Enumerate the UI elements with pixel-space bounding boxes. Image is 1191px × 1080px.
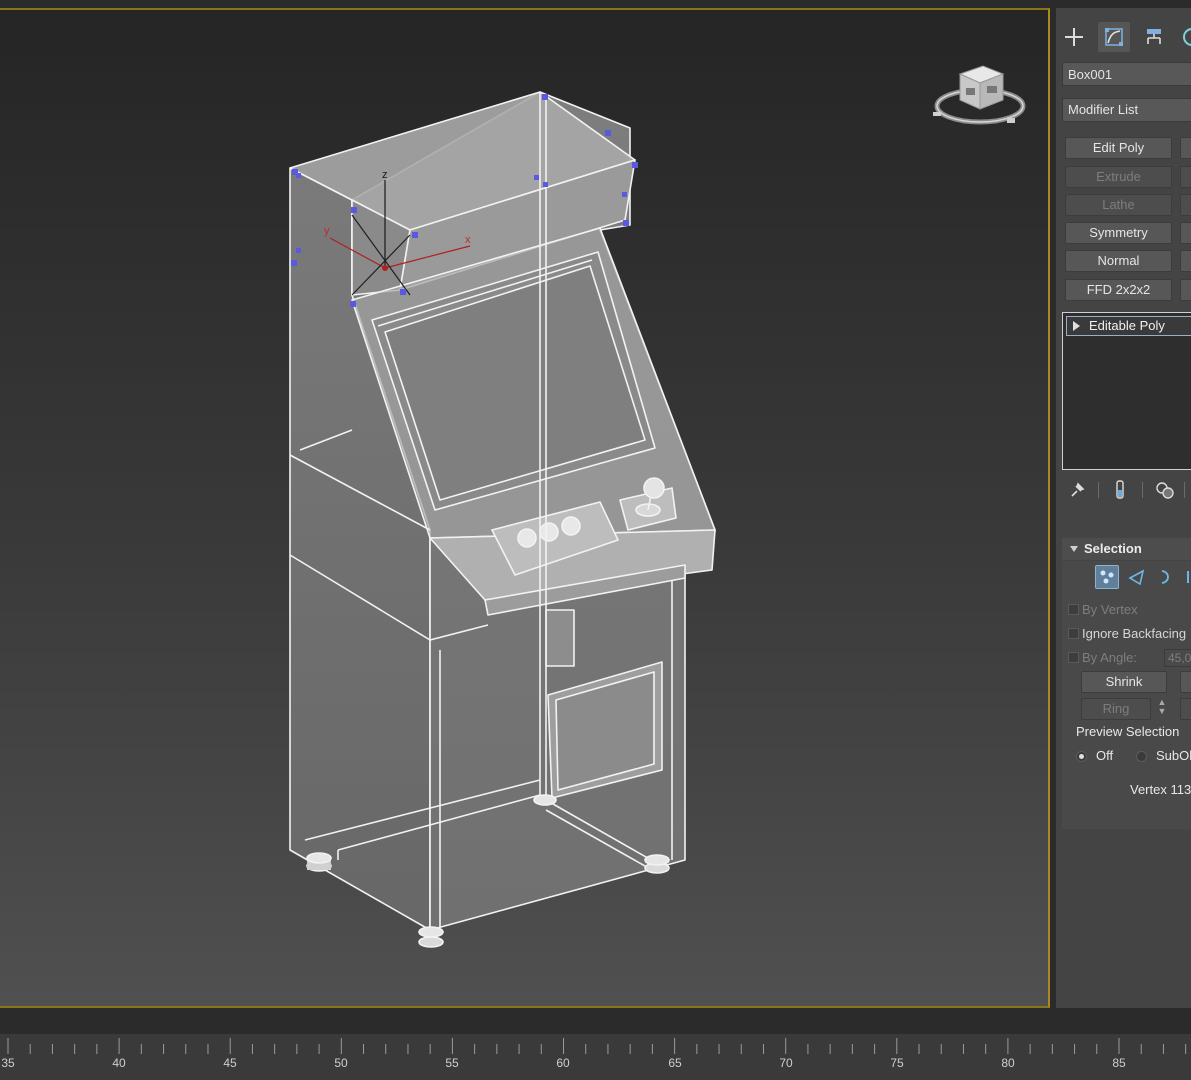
pin-stack-icon[interactable]: [1068, 481, 1086, 499]
perspective-viewport[interactable]: z x y: [0, 8, 1050, 1008]
polygon-icon: [1187, 571, 1189, 583]
symmetry-button[interactable]: Symmetry: [1065, 222, 1172, 244]
edit-poly-button[interactable]: Edit Poly: [1065, 137, 1172, 159]
stack-item-editable-poly[interactable]: Editable Poly: [1066, 316, 1191, 336]
edge-level-button[interactable]: [1124, 565, 1148, 589]
modifier-stack[interactable]: Editable Poly: [1062, 312, 1191, 470]
modifier-button-right[interactable]: [1180, 166, 1191, 188]
make-unique-icon[interactable]: [1154, 480, 1176, 500]
toolbar-divider: [1142, 482, 1143, 498]
modifier-button-right[interactable]: [1180, 279, 1191, 301]
motion-tab[interactable]: [1176, 22, 1191, 52]
vertex-level-button[interactable]: [1095, 565, 1119, 589]
shrink-button[interactable]: Shrink: [1081, 671, 1167, 693]
ruler-label: 85: [1112, 1056, 1126, 1070]
loop-button[interactable]: [1180, 698, 1191, 720]
modify-tab[interactable]: [1098, 22, 1130, 52]
ignore-backfacing-checkbox[interactable]: [1068, 628, 1079, 639]
gizmo-x-label: x: [465, 234, 471, 246]
command-panel-tabs: [1056, 18, 1191, 56]
ffd-2x2x2-button[interactable]: FFD 2x2x2: [1065, 279, 1172, 301]
ruler-label: 35: [1, 1056, 15, 1070]
border-icon: [1161, 570, 1169, 584]
create-tab[interactable]: [1058, 22, 1090, 52]
stack-toolbar: [1066, 478, 1191, 502]
preview-off-label: Off: [1096, 748, 1114, 763]
ring-button[interactable]: Ring: [1081, 698, 1151, 720]
by-vertex-option[interactable]: By Vertex: [1068, 602, 1138, 617]
extrude-button[interactable]: Extrude: [1065, 166, 1172, 188]
arcade-cabinet-wireframe[interactable]: z x y: [0, 10, 1050, 1008]
hierarchy-icon: [1147, 29, 1161, 44]
ruler-label: 75: [890, 1056, 904, 1070]
selection-status: Vertex 113: [1130, 782, 1191, 797]
expand-arrow-icon[interactable]: [1073, 321, 1080, 331]
by-angle-checkbox[interactable]: [1068, 652, 1079, 663]
by-vertex-checkbox[interactable]: [1068, 604, 1079, 615]
ruler-label: 65: [668, 1056, 682, 1070]
preview-selection-label: Preview Selection: [1076, 724, 1180, 739]
vertex-icon: [1100, 570, 1114, 584]
ignore-backfacing-option[interactable]: Ignore Backfacing: [1068, 626, 1187, 641]
ruler-label: 55: [445, 1056, 459, 1070]
stack-item-label: Editable Poly: [1089, 318, 1165, 333]
gizmo-z-label: z: [382, 169, 388, 181]
normal-button[interactable]: Normal: [1065, 250, 1172, 272]
modify-curve-icon: [1105, 28, 1123, 46]
ring-spinner-arrows[interactable]: ▲ ▼: [1157, 698, 1167, 718]
motion-icon: [1183, 28, 1191, 46]
preview-subobj-radio[interactable]: [1136, 751, 1147, 762]
by-vertex-label: By Vertex: [1082, 602, 1138, 617]
plus-icon: [1065, 28, 1083, 46]
ruler-ticks: [7, 1038, 1187, 1054]
ruler-label: 70: [779, 1056, 793, 1070]
command-panel: Modifier List Edit Poly Extrude Lathe Sy…: [1056, 8, 1191, 1008]
object-name-field[interactable]: [1062, 62, 1191, 86]
ignore-backfacing-label: Ignore Backfacing: [1082, 626, 1187, 641]
by-angle-option[interactable]: By Angle:: [1068, 650, 1137, 665]
polygon-level-button[interactable]: [1182, 565, 1191, 589]
show-end-result-icon[interactable]: [1113, 480, 1127, 500]
preview-off-radio[interactable]: [1076, 751, 1087, 762]
collapse-arrow-icon: [1070, 546, 1078, 552]
preview-subobj-label: SubObj: [1156, 748, 1191, 763]
grow-button[interactable]: [1180, 671, 1191, 693]
selection-rollout-title: Selection: [1084, 541, 1142, 556]
ruler-label: 45: [223, 1056, 237, 1070]
ruler-label: 60: [556, 1056, 570, 1070]
by-angle-label: By Angle:: [1082, 650, 1137, 665]
toolbar-divider: [1098, 482, 1099, 498]
viewcube-icon[interactable]: [925, 54, 1035, 134]
selection-rollout-header[interactable]: Selection: [1062, 538, 1191, 560]
lathe-button[interactable]: Lathe: [1065, 194, 1172, 216]
toolbar-divider: [1184, 482, 1185, 498]
edge-icon: [1128, 569, 1145, 586]
modifier-button-right[interactable]: [1180, 250, 1191, 272]
ruler-label: 50: [334, 1056, 348, 1070]
border-level-button[interactable]: [1153, 565, 1177, 589]
ruler-label: 40: [112, 1056, 126, 1070]
gizmo-y-label: y: [324, 225, 330, 237]
ruler-label: 80: [1001, 1056, 1015, 1070]
hierarchy-tab[interactable]: [1138, 22, 1170, 52]
modifier-button-right[interactable]: [1180, 137, 1191, 159]
modifier-list-dropdown[interactable]: Modifier List: [1062, 98, 1191, 122]
modifier-button-right[interactable]: [1180, 222, 1191, 244]
by-angle-spinner[interactable]: 45,0: [1164, 649, 1191, 667]
modifier-button-right[interactable]: [1180, 194, 1191, 216]
timeline-ruler[interactable]: 35 40 45 50 55 60 65 70 75 80 85: [0, 1034, 1191, 1080]
